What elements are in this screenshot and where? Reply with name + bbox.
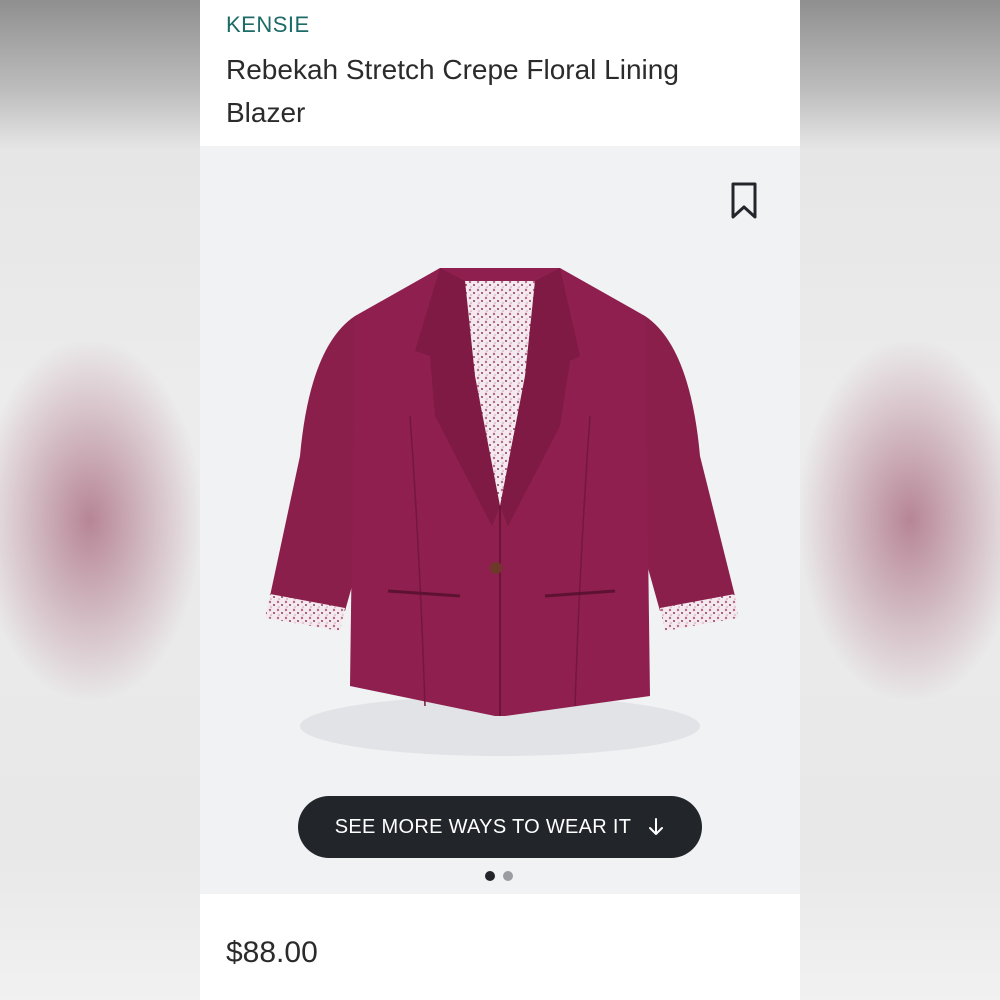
product-header: KENSIE Rebekah Stretch Crepe Floral Lini…	[200, 0, 800, 146]
price-section: $88.00	[200, 894, 800, 1000]
carousel-dots	[485, 871, 513, 881]
bookmark-icon[interactable]	[730, 182, 758, 220]
see-more-ways-label: SEE MORE WAYS TO WEAR IT	[334, 815, 632, 838]
carousel-dot-1[interactable]	[485, 871, 495, 881]
product-image-carousel[interactable]: SEE MORE WAYS TO WEAR IT	[200, 146, 800, 894]
see-more-ways-button[interactable]: SEE MORE WAYS TO WEAR IT	[298, 796, 702, 858]
product-title: Rebekah Stretch Crepe Floral Lining Blaz…	[226, 54, 679, 128]
brand-name: KENSIE	[226, 12, 310, 37]
product-card: KENSIE Rebekah Stretch Crepe Floral Lini…	[200, 0, 800, 1000]
arrow-down-icon	[649, 818, 664, 835]
product-price: $88.00	[226, 936, 318, 969]
blazer-image	[265, 268, 738, 756]
carousel-dot-2[interactable]	[503, 871, 513, 881]
